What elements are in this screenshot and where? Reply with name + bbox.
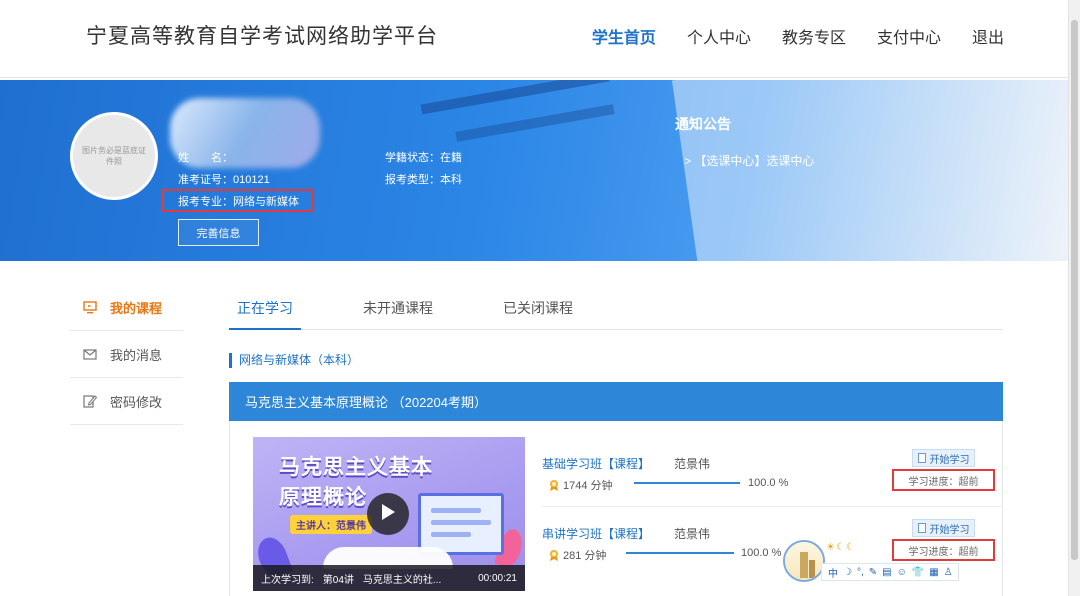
- ime-chinese-mode[interactable]: 中: [828, 565, 838, 580]
- type-row: 报考类型：本科: [385, 171, 462, 187]
- ime-skin-ball[interactable]: [783, 540, 825, 582]
- sidebar-item-label: 我的消息: [110, 347, 163, 363]
- envelope-icon: [82, 347, 98, 361]
- class-name-link[interactable]: 串讲学习班【课程】: [542, 525, 650, 542]
- course-row: 基础学习班【课程】 范景伟 1744 分钟 100.0 % 开始学习 学习进度：…: [542, 449, 1004, 525]
- sidebar-item-my-courses[interactable]: 我的课程: [70, 284, 183, 331]
- major-section-label: 网络与新媒体（本科）: [229, 353, 359, 368]
- status-label: 学籍状态：: [385, 152, 440, 164]
- edit-icon: [82, 394, 98, 408]
- tool-icon[interactable]: ✎: [869, 567, 877, 578]
- tab-studying[interactable]: 正在学习: [229, 292, 301, 330]
- document-icon: [917, 523, 926, 533]
- sidebar-item-my-messages[interactable]: 我的消息: [70, 331, 183, 378]
- class-name-link[interactable]: 基础学习班【课程】: [542, 455, 650, 472]
- status-value: 在籍: [440, 152, 462, 164]
- notice-title: 通知公告: [675, 116, 731, 132]
- sidebar-item-label: 我的课程: [110, 300, 163, 316]
- type-value: 本科: [440, 174, 462, 186]
- scrollbar-thumb[interactable]: [1071, 20, 1078, 560]
- thumbnail-lecturer: 主讲人：范景伟: [290, 515, 372, 534]
- study-minutes: 1744 分钟: [563, 480, 613, 492]
- sidebar-item-label: 密码修改: [110, 394, 163, 410]
- nav-student-home[interactable]: 学生首页: [592, 24, 656, 48]
- exam-id-value: 010121: [233, 174, 270, 186]
- main-nav: 学生首页 个人中心 教务专区 支付中心 退出: [561, 24, 1004, 48]
- name-label: 姓 名：: [178, 152, 233, 164]
- course-tabs: 正在学习 未开通课程 已关闭课程: [229, 292, 1003, 330]
- major-highlight-box: [162, 189, 314, 212]
- document-icon: [917, 453, 926, 463]
- nav-payment-center[interactable]: 支付中心: [877, 24, 941, 48]
- course-title: 马克思主义基本原理概论 （202204考期）: [245, 395, 487, 410]
- start-learning-label: 开始学习: [929, 524, 970, 536]
- status-row: 学籍状态：在籍: [385, 149, 462, 165]
- top-header: 宁夏高等教育自学考试网络助学平台 学生首页 个人中心 教务专区 支付中心 退出: [0, 0, 1080, 78]
- avatar[interactable]: 图片务必是蓝底证件照: [70, 112, 158, 200]
- exam-id-row: 准考证号：010121: [178, 171, 270, 187]
- monitor-icon: [82, 300, 98, 314]
- user-icon[interactable]: ♙: [944, 567, 953, 578]
- progress-bar: [626, 552, 734, 554]
- medal-icon: [548, 478, 560, 491]
- medal-icon: [548, 548, 560, 561]
- banner-background-paper: [671, 80, 1068, 261]
- start-learning-label: 开始学习: [929, 454, 970, 466]
- exam-id-label: 准考证号：: [178, 174, 233, 186]
- moon-icon[interactable]: ☽: [843, 567, 852, 578]
- banner-decoration: [455, 104, 615, 142]
- page-scrollbar[interactable]: [1068, 0, 1080, 596]
- weather-icon: ☀☾☾: [826, 542, 856, 553]
- profile-banner: 图片务必是蓝底证件照 姓 名： 准考证号：010121 报考专业：网络与新媒体 …: [0, 80, 1068, 261]
- sidebar-item-change-password[interactable]: 密码修改: [70, 378, 183, 425]
- start-learning-button[interactable]: 开始学习: [912, 449, 975, 467]
- clipboard-icon[interactable]: ▤: [882, 567, 891, 578]
- thumbnail-title-line1: 马克思主义基本: [279, 456, 433, 479]
- play-button[interactable]: [367, 493, 409, 535]
- start-learning-button[interactable]: 开始学习: [912, 519, 975, 537]
- punctuation-icon[interactable]: °,: [857, 567, 864, 578]
- study-minutes: 281 分钟: [563, 550, 607, 562]
- tab-closed[interactable]: 已关闭课程: [495, 292, 581, 330]
- progress-percent: 100.0 %: [741, 547, 782, 559]
- grid-icon[interactable]: ▦: [929, 567, 938, 578]
- caption-time: 00:00:21: [478, 572, 517, 584]
- teacher-name: 范景伟: [674, 527, 711, 541]
- last-study-caption: 上次学习到: 第04讲 马克思主义的社... 00:00:21: [253, 565, 525, 591]
- name-row: 姓 名：: [178, 149, 233, 165]
- nav-academic-area[interactable]: 教务专区: [782, 24, 846, 48]
- tab-not-opened[interactable]: 未开通课程: [355, 292, 441, 330]
- caption-prefix: 上次学习到:: [261, 574, 314, 586]
- site-title: 宁夏高等教育自学考试网络助学平台: [86, 25, 438, 48]
- progress-bar: [634, 482, 740, 484]
- nav-personal-center[interactable]: 个人中心: [687, 24, 751, 48]
- thumbnail-title-line2: 原理概论: [279, 486, 367, 509]
- complete-info-button[interactable]: 完善信息: [178, 219, 259, 246]
- skin-icon[interactable]: 👕: [912, 567, 924, 578]
- nav-logout[interactable]: 退出: [972, 24, 1004, 48]
- ime-toolbar[interactable]: ☀☾☾ 中 ☽ °, ✎ ▤ ☺ 👕 ▦ ♙: [783, 540, 977, 582]
- ime-bar: 中 ☽ °, ✎ ▤ ☺ 👕 ▦ ♙: [821, 563, 959, 581]
- caption-lesson: 第04讲: [322, 574, 354, 586]
- caption-lesson-name: 马克思主义的社...: [362, 574, 442, 586]
- teacher-name: 范景伟: [674, 457, 711, 471]
- sidebar: 我的课程 我的消息 密码修改: [70, 284, 183, 425]
- thumbnail-title: 马克思主义基本 原理概论: [279, 453, 433, 513]
- row-divider: [542, 506, 1003, 507]
- progress-percent: 100.0 %: [748, 477, 789, 489]
- progress-status-box: 学习进度：超前: [892, 469, 995, 491]
- course-title-bar: 马克思主义基本原理概论 （202204考期）: [229, 382, 1003, 421]
- emoji-icon[interactable]: ☺: [897, 567, 907, 578]
- type-label: 报考类型：: [385, 174, 440, 186]
- notice-item[interactable]: > 【选课中心】选课中心: [684, 152, 814, 169]
- play-icon: [380, 503, 396, 526]
